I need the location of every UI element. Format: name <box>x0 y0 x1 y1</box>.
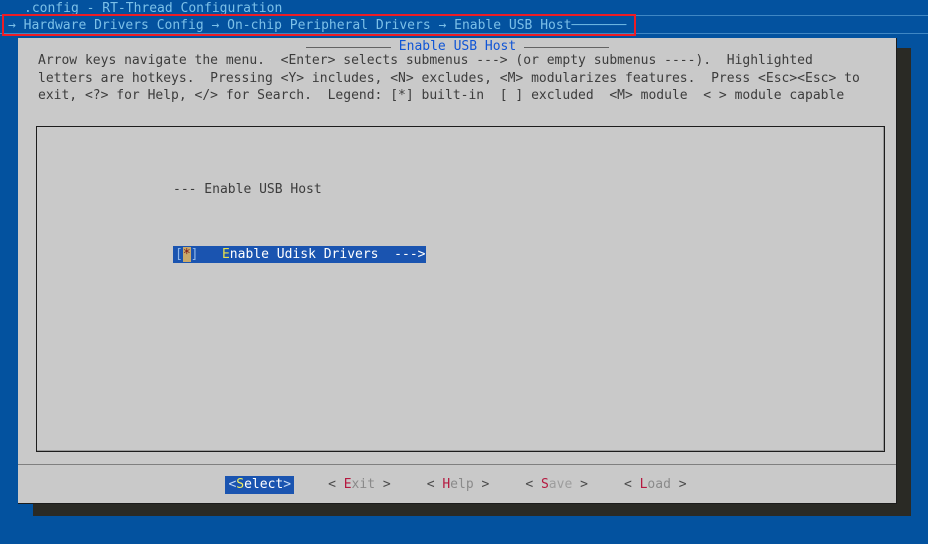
menuconfig-dialog: Enable USB Host Arrow keys navigate the … <box>18 38 897 504</box>
breadcrumb-trailing-rule: ─────── <box>571 18 627 33</box>
load-button-open: < <box>623 477 632 492</box>
menu-item-hotkey: E <box>221 247 230 262</box>
load-button-label: oad <box>647 477 671 492</box>
save-button-close: > <box>580 477 588 492</box>
exit-button-close: > <box>382 477 391 492</box>
exit-button-open: < <box>328 477 336 492</box>
title-rule-right <box>524 46 610 48</box>
help-button-open: < <box>426 477 435 492</box>
menu-list: --- Enable USB Host [*] Enable Udisk Dri… <box>173 133 427 311</box>
help-button-close: > <box>481 477 490 492</box>
terminal-row-rule-bottom <box>0 33 928 34</box>
save-button-label: ave <box>548 477 573 492</box>
menu-item-label: nable Udisk Drivers <box>229 247 379 262</box>
save-button-hotkey: S <box>540 477 549 492</box>
breadcrumb[interactable]: → Hardware Drivers Config → On-chip Peri… <box>8 18 626 33</box>
help-text: Arrow keys navigate the menu. <Enter> se… <box>38 53 860 103</box>
breadcrumb-text: → Hardware Drivers Config → On-chip Peri… <box>8 18 572 33</box>
load-button-close: > <box>678 477 687 492</box>
load-button[interactable]: < Load > <box>622 476 689 494</box>
window-title: .config - RT-Thread Configuration <box>24 1 283 16</box>
help-button-label: elp <box>450 477 474 492</box>
menu-row-wrapper: [*] Enable Udisk Drivers ---> <box>173 246 427 263</box>
button-bar: <Select> < Exit > < Help > < Save > < Lo… <box>18 474 896 496</box>
select-button-close: > <box>283 477 292 492</box>
submenu-arrow-icon: ---> <box>378 247 426 262</box>
help-button-hotkey: H <box>442 477 451 492</box>
menu-item-gap <box>198 247 221 262</box>
checkbox-state-mark[interactable]: * <box>182 247 191 262</box>
exit-button-label: xit <box>351 477 376 492</box>
select-button[interactable]: <Select> <box>225 476 295 494</box>
menu-list-frame: --- Enable USB Host [*] Enable Udisk Dri… <box>36 126 885 452</box>
checkbox-open-bracket: [ <box>175 247 183 262</box>
button-bar-separator <box>18 464 896 465</box>
save-button[interactable]: < Save > <box>523 476 590 494</box>
select-button-label: elect <box>244 477 284 492</box>
help-button[interactable]: < Help > <box>425 476 492 494</box>
menu-item-enable-udisk-drivers[interactable]: [*] Enable Udisk Drivers ---> <box>173 246 427 263</box>
title-rule-left <box>305 46 391 48</box>
exit-button-hotkey: E <box>343 477 352 492</box>
select-button-hotkey: S <box>236 477 245 492</box>
save-button-open: < <box>525 477 534 492</box>
menu-comment-row: --- Enable USB Host <box>173 182 322 197</box>
exit-button[interactable]: < Exit > <box>326 476 393 494</box>
